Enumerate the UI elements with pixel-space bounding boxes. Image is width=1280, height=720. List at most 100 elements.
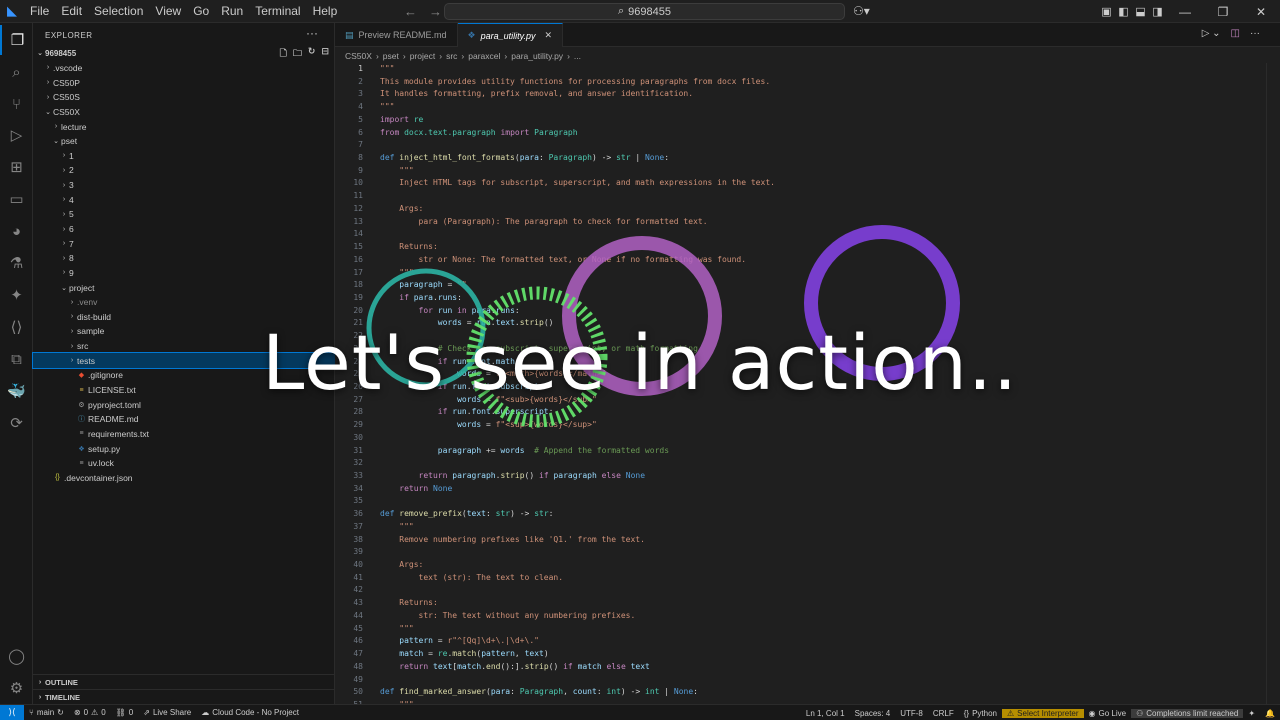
copilot-sparkle-icon[interactable]: ✦: [0, 280, 33, 310]
menu-view[interactable]: View: [149, 0, 187, 23]
tree-root[interactable]: ⌄ 9698455 🗋 🗀 ↻ ⊟: [33, 46, 335, 61]
timeline-section[interactable]: › TIMELINE: [33, 689, 335, 704]
tree-file[interactable]: ⓘ README.md: [33, 412, 335, 427]
cloud-code-icon[interactable]: ⟨⟩: [0, 312, 33, 342]
minimize-icon[interactable]: —: [1166, 5, 1204, 19]
tree-folder[interactable]: › CS50P: [33, 75, 335, 90]
menu-help[interactable]: Help: [307, 0, 344, 23]
tree-file[interactable]: {} .devcontainer.json: [33, 471, 335, 486]
tree-file[interactable]: ≡ requirements.txt: [33, 427, 335, 442]
extensions-icon[interactable]: ⊞: [0, 152, 33, 182]
tree-folder[interactable]: ⌄ project: [33, 280, 335, 295]
select-interpreter[interactable]: ⚠ Select Interpreter: [1002, 708, 1084, 718]
search-view-icon[interactable]: ⌕: [0, 57, 33, 87]
tree-folder[interactable]: › 2: [33, 163, 335, 178]
breadcrumb-item[interactable]: paraxcel: [468, 51, 500, 61]
tree-file[interactable]: ⚙ pyproject.toml: [33, 397, 335, 412]
cursor-position[interactable]: Ln 1, Col 1: [801, 709, 850, 718]
copilot-icon[interactable]: ⚇▾: [853, 4, 870, 18]
tree-folder[interactable]: ⌄ CS50X: [33, 105, 335, 120]
tree-folder[interactable]: › 1: [33, 148, 335, 163]
toggle-sidebar-icon[interactable]: ◧: [1115, 5, 1132, 18]
menu-file[interactable]: File: [24, 0, 55, 23]
menu-selection[interactable]: Selection: [88, 0, 149, 23]
notifications-bell-icon[interactable]: 🔔: [1260, 709, 1280, 718]
command-center-search[interactable]: ⌕ 9698455: [444, 3, 845, 20]
tree-folder[interactable]: ⌄ pset: [33, 134, 335, 149]
split-editor-icon[interactable]: ◫: [1231, 28, 1240, 39]
end-of-line[interactable]: CRLF: [928, 709, 959, 718]
outline-section[interactable]: › OUTLINE: [33, 674, 335, 689]
docker-icon[interactable]: 🐳: [0, 376, 33, 406]
live-share-icon[interactable]: ⟳: [0, 408, 33, 438]
new-folder-icon[interactable]: 🗀: [293, 46, 302, 62]
menu-go[interactable]: Go: [187, 0, 215, 23]
code-editor[interactable]: 1 """ 2 This module provides utility functi…: [335, 63, 1280, 712]
go-live-button[interactable]: ◉ Go Live: [1084, 709, 1132, 718]
live-share-status[interactable]: ⇗ Live Share: [138, 708, 196, 717]
run-file-icon[interactable]: ▷ ⌄: [1202, 28, 1221, 39]
forward-arrow-icon[interactable]: →: [429, 4, 442, 19]
tree-file[interactable]: ≡ LICENSE.txt: [33, 383, 335, 398]
menu-run[interactable]: Run: [215, 0, 249, 23]
breadcrumb-item[interactable]: pset: [383, 51, 399, 61]
tree-folder[interactable]: › src: [33, 339, 335, 354]
tree-folder[interactable]: › 7: [33, 236, 335, 251]
tree-file[interactable]: ◆ .gitignore: [33, 368, 335, 383]
tree-folder[interactable]: › CS50S: [33, 90, 335, 105]
settings-gear-icon[interactable]: ⚙: [0, 673, 33, 703]
breadcrumb-item[interactable]: project: [410, 51, 436, 61]
testing-icon[interactable]: ⚗: [0, 248, 33, 278]
layout-customize-icon[interactable]: ▣: [1098, 5, 1115, 18]
collapse-all-icon[interactable]: ⊟: [321, 46, 329, 62]
back-arrow-icon[interactable]: ←: [404, 4, 417, 19]
containers-icon[interactable]: ⧉: [0, 344, 33, 374]
tree-folder[interactable]: › 5: [33, 207, 335, 222]
tree-folder[interactable]: › 9: [33, 266, 335, 281]
tree-folder[interactable]: › tests: [32, 352, 336, 370]
tree-folder[interactable]: › .vscode: [33, 61, 335, 76]
run-debug-icon[interactable]: ▷: [0, 120, 33, 150]
remote-icon[interactable]: ⟩⟨: [0, 704, 24, 720]
new-file-icon[interactable]: 🗋: [280, 46, 287, 62]
branch-status[interactable]: ⑂ main ↻: [24, 708, 69, 717]
close-icon[interactable]: ✕: [545, 30, 553, 41]
explorer-icon[interactable]: ❐: [0, 25, 33, 55]
account-icon[interactable]: ◯: [0, 641, 33, 671]
problems-status[interactable]: ⊗ 0 ⚠ 0: [69, 708, 111, 717]
more-actions-icon[interactable]: ···: [1250, 28, 1260, 39]
completions-status[interactable]: ⚇ Completions limit reached: [1131, 708, 1244, 718]
tree-folder[interactable]: › dist-build: [33, 310, 335, 325]
tree-folder[interactable]: › 3: [33, 178, 335, 193]
breadcrumb-item[interactable]: para_utility.py: [511, 51, 563, 61]
tab-readme-preview[interactable]: ▤ Preview README.md: [335, 23, 458, 47]
breadcrumb-item[interactable]: CS50X: [345, 51, 372, 61]
breadcrumb-item[interactable]: src: [446, 51, 457, 61]
editor-scrollbar[interactable]: [1266, 63, 1280, 704]
tree-folder[interactable]: › 8: [33, 251, 335, 266]
edge-devtools-icon[interactable]: ◕: [0, 216, 33, 246]
toggle-secondary-sidebar-icon[interactable]: ◨: [1149, 5, 1166, 18]
encoding[interactable]: UTF-8: [895, 709, 928, 718]
tree-folder[interactable]: › .venv: [33, 295, 335, 310]
cloud-code-status[interactable]: ☁ Cloud Code - No Project: [196, 708, 304, 717]
toggle-panel-icon[interactable]: ⬓: [1132, 5, 1149, 18]
breadcrumb-item[interactable]: ...: [574, 51, 581, 61]
menu-edit[interactable]: Edit: [55, 0, 88, 23]
refresh-icon[interactable]: ↻: [308, 46, 316, 62]
tab-para-utility[interactable]: ❖ para_utility.py ✕: [457, 23, 564, 47]
tree-folder[interactable]: › 4: [33, 192, 335, 207]
close-window-icon[interactable]: ✕: [1242, 5, 1280, 19]
language-mode[interactable]: {} Python: [959, 709, 1002, 718]
more-actions-icon[interactable]: ···: [306, 26, 318, 40]
tree-folder[interactable]: › lecture: [33, 119, 335, 134]
tree-file[interactable]: ≡ uv.lock: [33, 456, 335, 471]
ports-status[interactable]: ⛓ 0: [111, 708, 139, 717]
menu-terminal[interactable]: Terminal: [249, 0, 306, 23]
tree-file[interactable]: ❖ setup.py: [33, 441, 335, 456]
remote-explorer-icon[interactable]: ▭: [0, 184, 33, 214]
copilot-sparkle-icon[interactable]: ✦: [1243, 709, 1260, 718]
tree-folder[interactable]: › sample: [33, 324, 335, 339]
indentation[interactable]: Spaces: 4: [850, 709, 896, 718]
tree-folder[interactable]: › 6: [33, 222, 335, 237]
